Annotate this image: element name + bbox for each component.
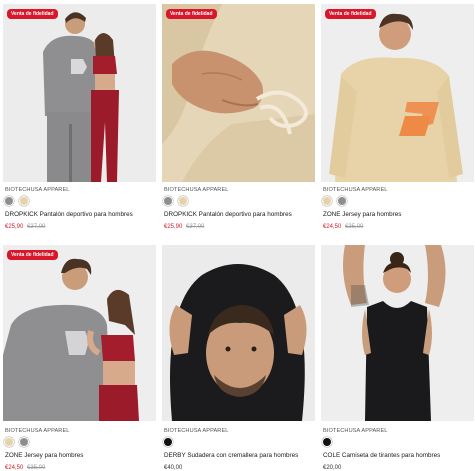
sale-price: €25,90: [164, 224, 183, 230]
product-image[interactable]: [162, 245, 315, 421]
product-title[interactable]: DERBY Sudadera con cremallera para hombr…: [164, 452, 298, 459]
brand-label: BIOTECHUSA APPAREL: [164, 428, 229, 434]
sale-badge: Venta de fidelidad: [325, 9, 376, 19]
color-swatch-grey[interactable]: [5, 197, 13, 205]
original-price: €35,00: [345, 224, 364, 230]
color-swatches: [164, 197, 190, 207]
color-swatch-beige[interactable]: [20, 197, 29, 205]
price-block: €40,00: [164, 465, 182, 471]
brand-label: BIOTECHUSA APPAREL: [323, 187, 388, 193]
product-title[interactable]: DROPKICK Pantalón deportivo para hombres: [164, 211, 292, 218]
brand-label: BIOTECHUSA APPAREL: [323, 428, 388, 434]
product-image[interactable]: [162, 4, 315, 182]
color-swatch-beige[interactable]: [179, 197, 188, 205]
color-swatches: [323, 197, 349, 207]
price-block: €24,50 €35,00: [5, 465, 45, 471]
color-swatch-grey[interactable]: [20, 438, 29, 446]
product-image[interactable]: [321, 245, 474, 421]
color-swatch-grey[interactable]: [164, 197, 172, 205]
color-swatches: [323, 438, 334, 448]
color-swatch-beige[interactable]: [323, 197, 331, 205]
original-price: €35,00: [27, 465, 46, 471]
sale-badge: Venta de fidelidad: [7, 9, 58, 19]
color-swatches: [5, 197, 31, 207]
sale-price: €24,50: [5, 465, 24, 471]
price: €40,00: [164, 465, 183, 471]
product-title[interactable]: COLE Camiseta de tirantes para hombres: [323, 452, 440, 459]
sale-price: €24,50: [323, 224, 342, 230]
product-title[interactable]: ZONE Jersey para hombres: [323, 211, 401, 218]
price-block: €25,90 €37,00: [164, 224, 204, 230]
sale-badge: Venta de fidelidad: [7, 250, 58, 260]
color-swatch-black[interactable]: [164, 438, 172, 446]
brand-label: BIOTECHUSA APPAREL: [5, 428, 70, 434]
color-swatch-beige[interactable]: [5, 438, 13, 446]
color-swatches: [164, 438, 175, 448]
price-block: €25,90 €37,00: [5, 224, 45, 230]
color-swatch-grey[interactable]: [338, 197, 347, 205]
product-image[interactable]: [321, 4, 474, 182]
color-swatch-black[interactable]: [323, 438, 331, 446]
product-title[interactable]: ZONE Jersey para hombres: [5, 452, 83, 459]
product-image[interactable]: [3, 245, 156, 421]
brand-label: BIOTECHUSA APPAREL: [5, 187, 70, 193]
sale-badge: Venta de fidelidad: [166, 9, 217, 19]
product-image[interactable]: [3, 4, 156, 182]
product-grid: Venta de fidelidad BIOTECHUSA APPAREL DR…: [0, 0, 475, 471]
color-swatches: [5, 438, 31, 448]
product-title[interactable]: DROPKICK Pantalón deportivo para hombres: [5, 211, 133, 218]
original-price: €37,00: [27, 224, 46, 230]
brand-label: BIOTECHUSA APPAREL: [164, 187, 229, 193]
price-block: €24,50 €35,00: [323, 224, 363, 230]
sale-price: €25,90: [5, 224, 24, 230]
original-price: €37,00: [186, 224, 205, 230]
price-block: €20,00: [323, 465, 341, 471]
price: €20,00: [323, 465, 342, 471]
